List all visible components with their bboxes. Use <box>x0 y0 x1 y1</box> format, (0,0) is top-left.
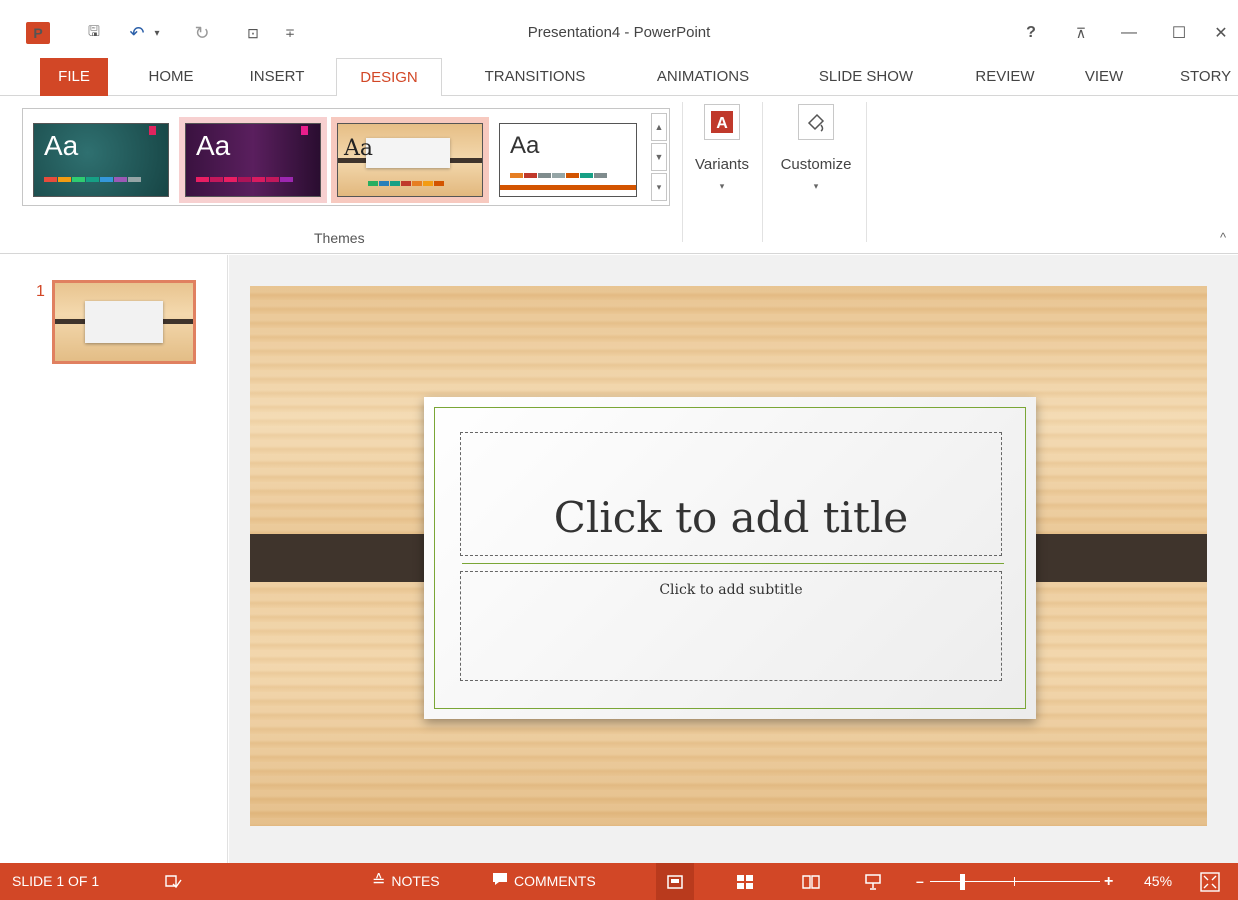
title-placeholder-text: Click to add title <box>553 493 909 542</box>
comments-label: COMMENTS <box>514 873 596 889</box>
title-card: Click to add title Click to add subtitle <box>424 397 1036 719</box>
theme-color-swatches <box>44 177 142 182</box>
window-title: Presentation4 - PowerPoint <box>527 24 711 41</box>
powerpoint-logo-icon: P <box>26 22 50 44</box>
variants-label: Variants <box>695 156 749 173</box>
notes-icon: ≙ <box>372 873 386 890</box>
fit-slide-icon[interactable] <box>1200 863 1220 900</box>
tab-slide-show[interactable]: SLIDE SHOW <box>796 58 936 96</box>
save-icon[interactable]: 🖫 <box>82 22 106 44</box>
gallery-more-icon[interactable]: ▾ <box>651 173 667 201</box>
ribbon-separator <box>762 102 763 242</box>
slide-canvas[interactable]: Click to add title Click to add subtitle <box>250 286 1207 826</box>
theme-accent-bar <box>500 185 636 190</box>
tab-design[interactable]: DESIGN <box>336 58 442 97</box>
gallery-scroll-up-icon[interactable]: ▲ <box>651 113 667 141</box>
subtitle-placeholder[interactable]: Click to add subtitle <box>460 571 1002 681</box>
theme-card <box>366 138 450 168</box>
chevron-down-icon: ▾ <box>719 181 725 191</box>
slide-band-left <box>250 534 446 582</box>
slides-thumbnail-panel: 1 <box>0 255 228 863</box>
spelling-check-icon[interactable] <box>164 863 182 900</box>
zoom-in-icon[interactable]: + <box>1104 863 1113 900</box>
notes-button[interactable]: ≙ NOTES <box>372 863 440 900</box>
subtitle-placeholder-text: Click to add subtitle <box>659 582 803 598</box>
tab-view[interactable]: VIEW <box>1068 58 1140 96</box>
tab-animations[interactable]: ANIMATIONS <box>628 58 778 96</box>
collapse-ribbon-icon[interactable]: ^ <box>1220 230 1226 245</box>
variants-button[interactable]: A Variants ▾ <box>686 104 758 214</box>
undo-dropdown-icon[interactable]: ▾ <box>150 22 164 44</box>
theme-thumbnail[interactable]: Aa <box>179 117 327 203</box>
zoom-slider[interactable] <box>930 863 1100 900</box>
title-placeholder[interactable]: Click to add title <box>460 432 1002 556</box>
normal-view-icon[interactable] <box>656 863 694 900</box>
status-bar: SLIDE 1 OF 1 ≙ NOTES COMMENTS – + 45% <box>0 863 1238 900</box>
customize-qat-icon[interactable]: ∓ <box>282 22 298 44</box>
tab-transitions[interactable]: TRANSITIONS <box>460 58 610 96</box>
theme-color-swatches <box>368 181 445 186</box>
ribbon-separator <box>682 102 683 242</box>
theme-color-swatches <box>196 177 294 182</box>
theme-thumbnail[interactable]: Aa <box>27 117 175 203</box>
zoom-out-icon[interactable]: – <box>916 863 924 900</box>
slide-thumbnail[interactable] <box>52 280 196 364</box>
slide-editor: Click to add title Click to add subtitle <box>229 255 1238 863</box>
format-background-icon <box>798 104 834 140</box>
variants-icon: A <box>704 104 740 140</box>
zoom-slider-thumb[interactable] <box>960 873 965 890</box>
slide-show-icon[interactable] <box>864 863 882 900</box>
tab-storyline[interactable]: STORY <box>1166 58 1238 96</box>
svg-text:A: A <box>716 115 728 132</box>
theme-thumbnail-selected[interactable]: Aa <box>331 117 489 203</box>
comment-icon <box>492 863 508 900</box>
slide-number: 1 <box>36 283 45 300</box>
theme-accent-mark <box>301 126 308 135</box>
themes-gallery: Aa Aa Aa Aa ▲ ▼ ▾ <box>22 108 670 206</box>
tab-file[interactable]: FILE <box>40 58 108 96</box>
maximize-icon[interactable]: ☐ <box>1162 20 1196 46</box>
slide-band-right <box>1014 534 1207 582</box>
theme-thumbnail[interactable]: Aa <box>493 117 643 203</box>
themes-group-label: Themes <box>314 230 365 246</box>
help-icon[interactable]: ? <box>1014 20 1048 46</box>
redo-icon[interactable]: ↻ <box>190 22 214 44</box>
chevron-down-icon: ▾ <box>813 181 819 191</box>
tab-home[interactable]: HOME <box>128 58 214 96</box>
slide-sorter-icon[interactable] <box>736 863 754 900</box>
title-bar: P 🖫 ↶ ▾ ↻ ⊡ ∓ Presentation4 - PowerPoint… <box>0 0 1238 58</box>
tab-insert[interactable]: INSERT <box>230 58 324 96</box>
notes-label: NOTES <box>391 873 440 889</box>
minimize-icon[interactable]: — <box>1112 20 1146 46</box>
comments-button[interactable]: COMMENTS <box>492 863 596 900</box>
customize-button[interactable]: Customize ▾ <box>766 104 866 214</box>
card-divider <box>462 563 1004 564</box>
close-icon[interactable]: ✕ <box>1204 20 1238 46</box>
zoom-percent[interactable]: 45% <box>1144 863 1172 900</box>
customize-label: Customize <box>780 156 852 173</box>
ribbon-separator <box>866 102 867 242</box>
theme-preview-text: Aa <box>510 132 540 159</box>
ribbon-design: Aa Aa Aa Aa ▲ ▼ ▾ Themes A Variants ▾ Cu… <box>0 96 1238 254</box>
slide-indicator: SLIDE 1 OF 1 <box>12 873 100 889</box>
presentation-icon[interactable]: ⊡ <box>240 22 266 44</box>
theme-preview-text: Aa <box>196 130 231 161</box>
theme-accent-mark <box>149 126 156 135</box>
ribbon-tabs: FILE HOME INSERT DESIGN TRANSITIONS ANIM… <box>0 58 1238 97</box>
undo-icon[interactable]: ↶ <box>126 22 148 44</box>
tab-review[interactable]: REVIEW <box>958 58 1052 96</box>
reading-view-icon[interactable] <box>802 863 820 900</box>
theme-preview-text: Aa <box>344 136 374 161</box>
gallery-scroll-down-icon[interactable]: ▼ <box>651 143 667 171</box>
theme-preview-text: Aa <box>44 130 79 161</box>
ribbon-display-options-icon[interactable]: ⊼ <box>1064 20 1098 46</box>
theme-color-swatches <box>510 173 608 178</box>
